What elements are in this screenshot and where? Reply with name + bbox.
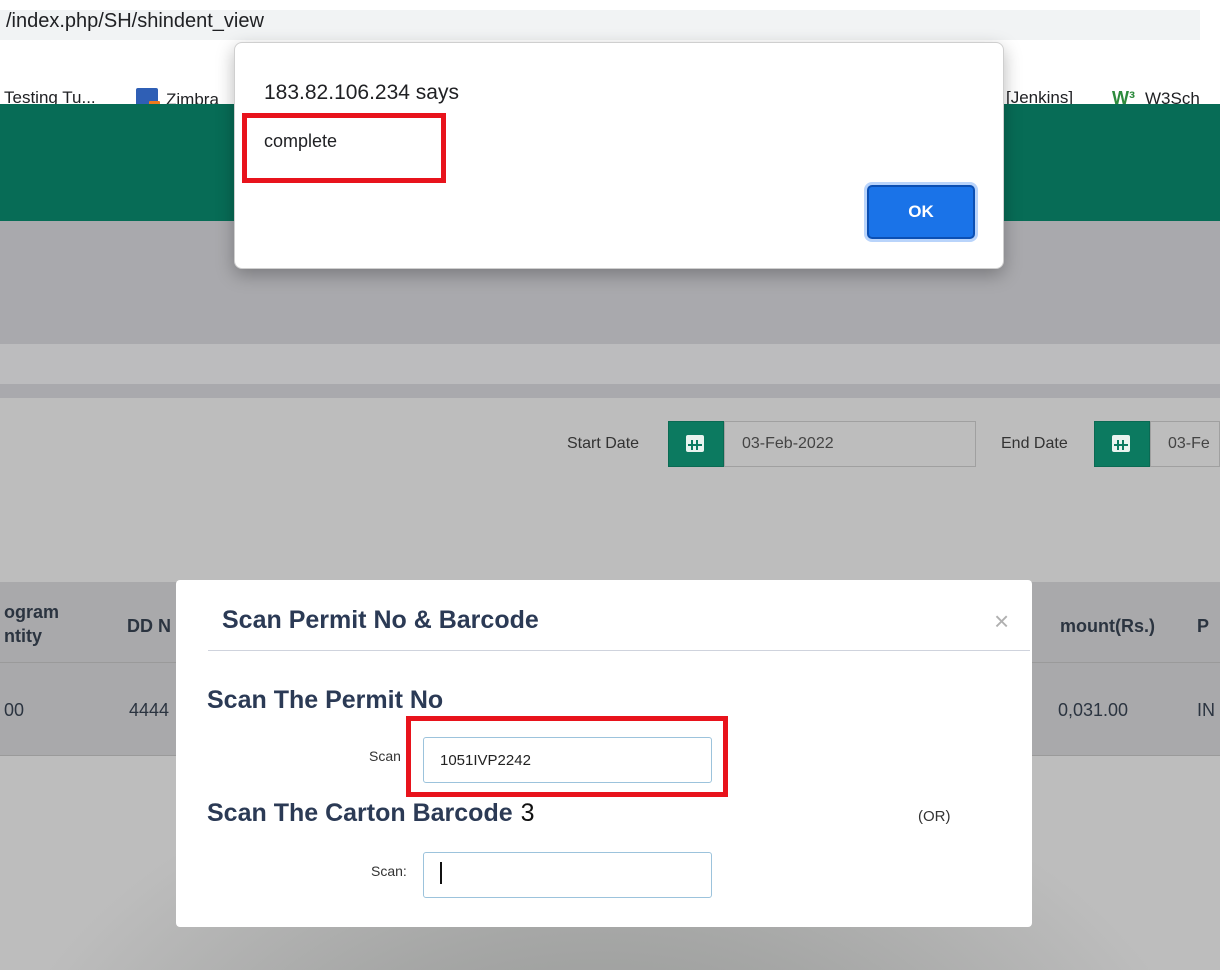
cell-p: IN [1197,700,1215,720]
close-icon[interactable]: × [994,606,1009,637]
carton-scan-label: Scan: [371,863,407,879]
end-date-label: End Date [1001,435,1068,452]
text-caret [440,862,442,884]
start-date-input[interactable]: 03-Feb-2022 [724,421,976,467]
highlight-permit-input [406,716,728,797]
address-bar[interactable]: /index.php/SH/shindent_view [0,0,1220,42]
start-date-field[interactable]: 03-Feb-2022 [668,421,976,467]
carton-count: 3 [520,799,535,827]
start-date-label: Start Date [567,435,640,452]
column-header-dd-no: DD N [127,616,171,636]
or-text: (OR) [918,808,951,825]
carton-scan-input[interactable] [423,852,712,898]
highlight-alert-message [242,113,446,183]
page-section [0,384,1220,398]
column-header-amount: mount(Rs.) [1060,616,1155,636]
carton-heading-text: Scan The Carton Barcode [207,799,513,827]
url-text[interactable]: /index.php/SH/shindent_view [0,10,1200,40]
permit-heading: Scan The Permit No [207,686,444,714]
modal-divider [208,650,1030,651]
calendar-icon[interactable] [668,421,724,467]
carton-heading: Scan The Carton Barcode 3 [207,799,535,828]
end-date-input[interactable]: 03-Fe [1150,421,1220,467]
column-header-quantity-line2: ntity [4,626,42,646]
page-section [0,344,1220,384]
calendar-icon[interactable] [1094,421,1150,467]
end-date-field[interactable]: 03-Fe [1094,421,1220,467]
column-header-p: P [1197,616,1210,636]
modal-title: Scan Permit No & Barcode [222,606,539,634]
ok-button[interactable]: OK [867,185,975,239]
cell-quantity: 00 [4,700,25,720]
alert-title: 183.82.106.234 says [264,81,459,104]
cell-dd-no: 4444 [129,700,170,720]
permit-scan-label: Scan [369,748,401,764]
column-header-quantity-line1: ogram [4,602,60,622]
cell-amount: 0,031.00 [1058,700,1129,720]
